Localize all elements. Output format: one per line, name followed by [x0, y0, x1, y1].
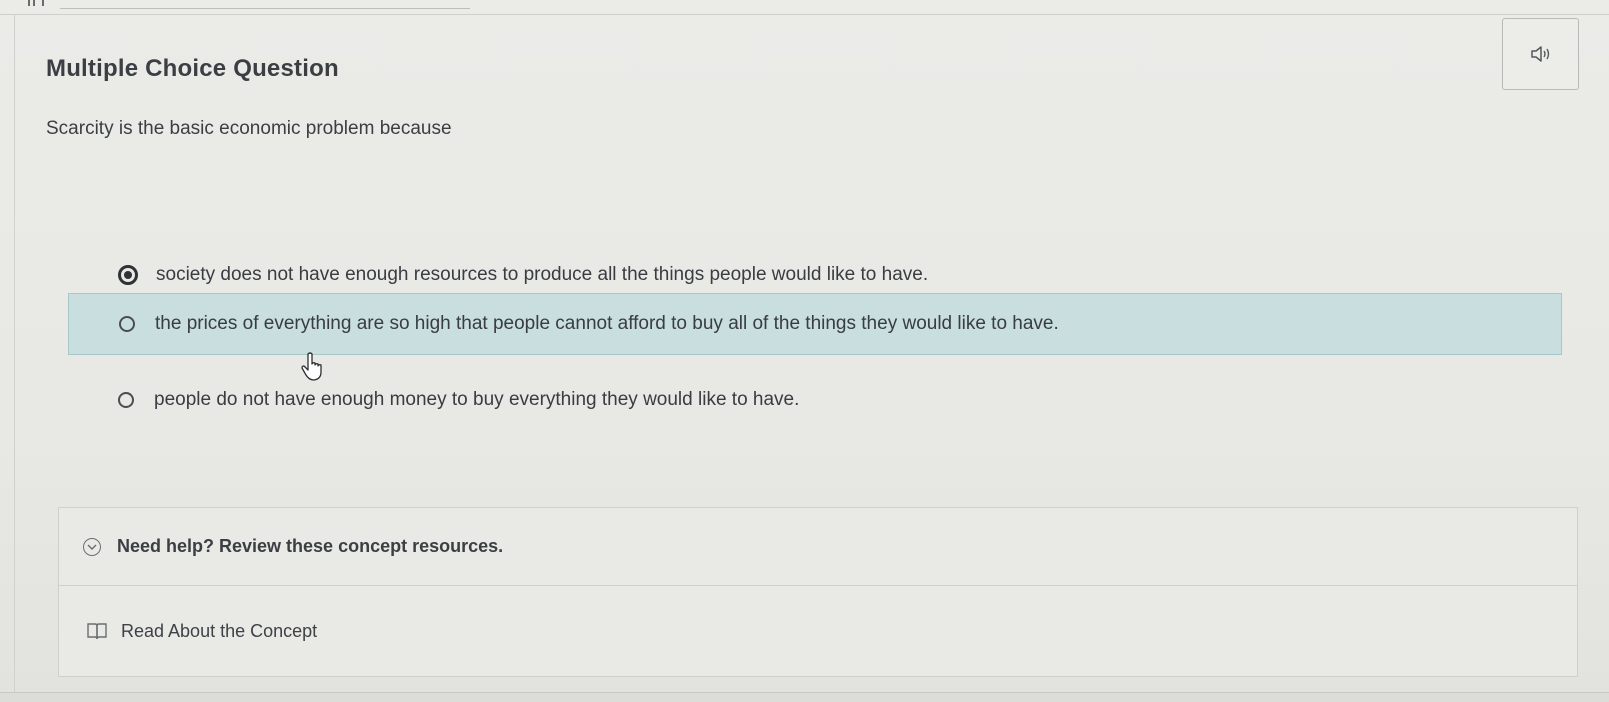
left-divider [14, 14, 15, 702]
bottom-edge [0, 692, 1609, 702]
question-prompt: Scarcity is the basic economic problem b… [46, 118, 452, 139]
answer-option-1[interactable]: society does not have enough resources t… [118, 260, 928, 290]
read-aloud-button[interactable] [1502, 18, 1579, 90]
hand-pointer-icon [301, 352, 322, 381]
book-icon [87, 623, 107, 640]
radio-selected-icon[interactable] [118, 265, 138, 285]
question-type-heading: Multiple Choice Question [46, 55, 339, 82]
need-help-toggle[interactable]: Need help? Review these concept resource… [59, 508, 1577, 586]
answer-option-label: people do not have enough money to buy e… [154, 389, 800, 410]
answer-option-2[interactable]: the prices of everything are so high tha… [68, 293, 1562, 355]
top-strip [60, 0, 470, 9]
answer-option-label: society does not have enough resources t… [156, 264, 929, 285]
concept-resources-panel: Need help? Review these concept resource… [58, 507, 1578, 677]
question-page: Multiple Choice Question Scarcity is the… [0, 0, 1609, 702]
read-about-concept-link[interactable]: Read About the Concept [59, 586, 1577, 676]
radio-icon[interactable] [118, 392, 134, 408]
answer-option-label: the prices of everything are so high tha… [155, 313, 1059, 334]
top-tick-mark [28, 0, 44, 6]
speaker-icon [1530, 46, 1549, 62]
read-about-concept-label: Read About the Concept [121, 620, 318, 641]
need-help-label: Need help? Review these concept resource… [117, 536, 504, 556]
chevron-down-circle-icon [83, 537, 101, 556]
answer-option-3[interactable]: people do not have enough money to buy e… [118, 385, 799, 415]
top-toolbar-edge [0, 0, 1609, 15]
radio-icon[interactable] [119, 316, 135, 332]
